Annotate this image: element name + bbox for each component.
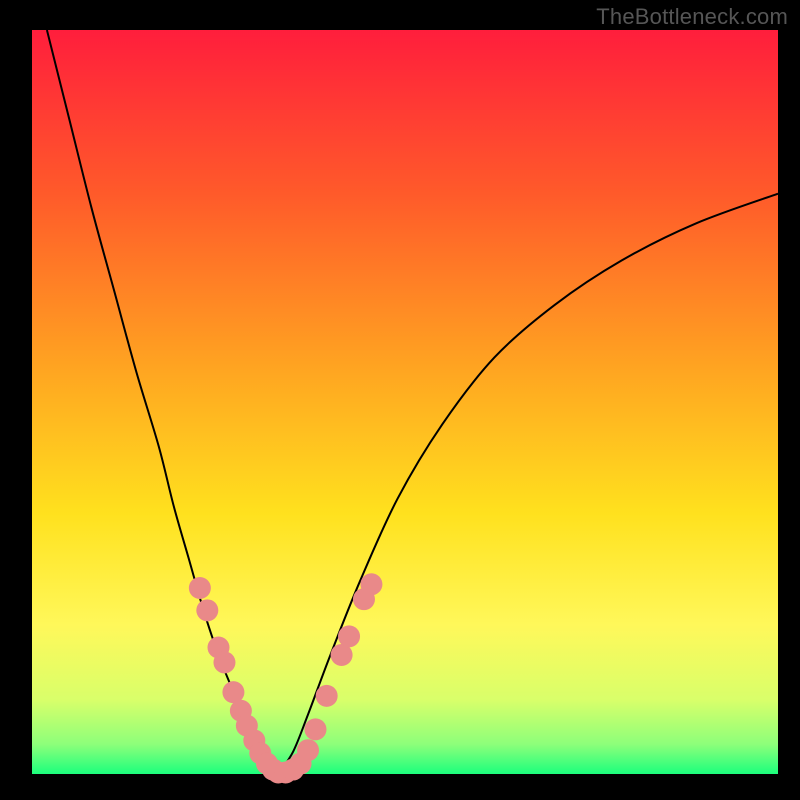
watermark-text: TheBottleneck.com: [596, 4, 788, 30]
chart-root: TheBottleneck.com: [0, 0, 800, 800]
scatter-point: [189, 577, 211, 599]
scatter-point: [297, 739, 319, 761]
scatter-point: [316, 685, 338, 707]
scatter-point: [360, 573, 382, 595]
chart-svg: [0, 0, 800, 800]
scatter-point: [304, 718, 326, 740]
scatter-point: [338, 625, 360, 647]
plot-background: [32, 30, 778, 774]
scatter-point: [196, 599, 218, 621]
scatter-point: [213, 651, 235, 673]
